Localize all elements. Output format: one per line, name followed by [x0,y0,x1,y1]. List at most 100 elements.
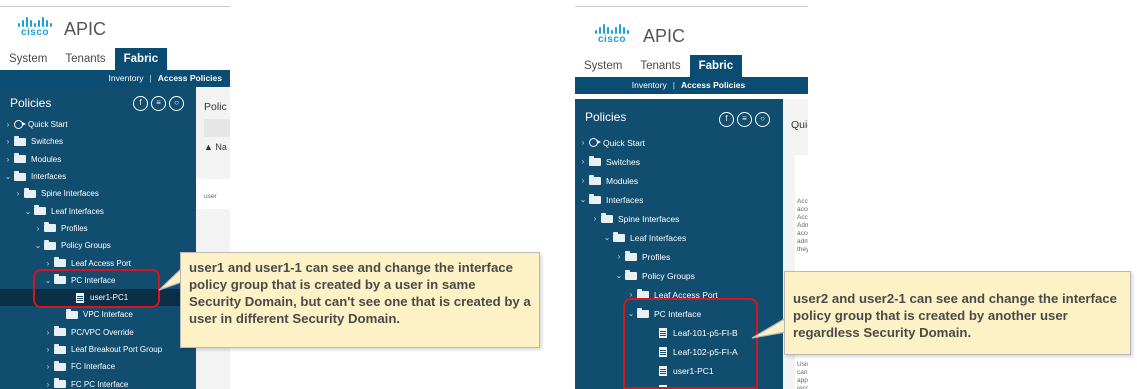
tree-item-profiles[interactable]: › Profiles [0,220,196,237]
column-name-header[interactable]: ▲ Na [204,142,227,152]
chevron-right-icon[interactable]: › [591,214,599,223]
chevron-right-icon[interactable]: › [4,137,12,146]
chevron-right-icon[interactable]: › [44,345,52,354]
chevron-down-icon[interactable]: ⌄ [615,271,623,280]
chevron-right-icon[interactable]: › [579,176,587,185]
cisco-logo-bars-icon [16,17,54,27]
tree-item-fc-pc-interface[interactable]: › FC PC Interface [0,376,196,389]
tab-system[interactable]: System [0,48,56,70]
description-line: Access [797,214,808,221]
subnav-inventory[interactable]: Inventory [109,73,144,83]
sidebar-list-icon[interactable]: ≡ [151,96,166,111]
tree-item-label: Switches [606,156,641,167]
tree-item-label: Leaf Access Port [71,258,132,268]
chevron-right-icon[interactable]: › [44,328,52,337]
sidebar-refresh-icon[interactable]: ○ [169,96,184,111]
tree-item-modules[interactable]: › Modules [575,171,783,190]
subnav-separator: | [149,73,152,83]
description-line: access [797,230,808,237]
chevron-right-icon[interactable]: › [44,380,52,389]
quick-start-icon [14,120,26,130]
screenshot-canvas: cisco APIC System Tenants Fabric Invento… [0,0,1137,389]
app-header: cisco APIC [0,7,230,49]
tree-item-label: PC/VPC Override [71,327,134,337]
chevron-down-icon[interactable]: ⌄ [579,195,587,204]
subnav-access-policies[interactable]: Access Policies [681,80,745,90]
subnav-inventory[interactable]: Inventory [632,80,667,90]
app-header: cisco APIC [575,14,808,56]
sidebar-title: Policies [585,110,627,124]
tree-item-spine-interfaces[interactable]: › Spine Interfaces [0,185,196,202]
folder-icon [54,326,66,337]
tab-tenants[interactable]: Tenants [56,48,114,70]
chevron-right-icon[interactable]: › [615,252,623,261]
description-line: recomr [797,385,808,389]
folder-icon [44,239,56,250]
tree-item-switches[interactable]: › Switches [0,133,196,150]
tree-item-quick-start[interactable]: › Quick Start [0,116,196,133]
tree-item-interfaces[interactable]: ⌄ Interfaces [575,190,783,209]
tree-item-profiles[interactable]: › Profiles [575,247,783,266]
chevron-down-icon[interactable]: ⌄ [34,241,42,250]
sub-navigation: Inventory | Access Policies [575,77,808,94]
chevron-down-icon[interactable]: ⌄ [603,233,611,242]
chevron-right-icon[interactable]: › [44,259,52,268]
chevron-right-icon[interactable]: › [44,362,52,371]
tree-item-vpc-interface[interactable]: VPC Interface [0,306,196,323]
chevron-right-icon[interactable]: › [4,155,12,164]
subnav-separator: | [672,80,675,90]
sidebar-list-icon[interactable]: ≡ [737,112,752,127]
tab-system[interactable]: System [575,55,631,77]
description-line: Access [797,198,808,205]
tree-item-pc-vpc-override[interactable]: › PC/VPC Override [0,324,196,341]
chevron-right-icon[interactable]: › [34,224,42,233]
tree-item-spine-interfaces[interactable]: › Spine Interfaces [575,209,783,228]
left-highlight-box [33,269,160,308]
chevron-right-icon[interactable]: › [579,138,587,147]
chevron-right-icon[interactable]: › [579,157,587,166]
tree-item-quick-start[interactable]: › Quick Start [575,133,783,152]
tree-item-label: FC PC Interface [71,379,129,389]
content-row-user[interactable]: user [204,193,217,201]
sidebar-view-icon[interactable]: f [719,112,734,127]
tab-tenants[interactable]: Tenants [631,55,689,77]
tree-item-modules[interactable]: › Modules [0,151,196,168]
subnav-access-policies[interactable]: Access Policies [158,73,222,83]
folder-icon [54,343,66,354]
chevron-right-icon[interactable]: › [4,120,12,129]
tree-item-policy-groups[interactable]: ⌄ Policy Groups [575,266,783,285]
tree-item-leaf-breakout-port-group[interactable]: › Leaf Breakout Port Group [0,341,196,358]
tab-fabric[interactable]: Fabric [114,48,168,70]
chevron-down-icon[interactable]: ⌄ [24,207,32,216]
folder-icon [589,193,601,204]
tree-item-label: Spine Interfaces [41,189,99,199]
chevron-right-icon[interactable]: › [14,189,22,198]
folder-icon [14,135,26,146]
tree-item-interfaces[interactable]: ⌄ Interfaces [0,168,196,185]
tree-item-label: Switches [31,137,64,147]
tree-item-label: Interfaces [606,194,644,205]
tree-item-fc-interface[interactable]: › FC Interface [0,358,196,375]
tree-item-switches[interactable]: › Switches [575,152,783,171]
content-heading: Polic [204,101,227,113]
app-title: APIC [643,26,686,46]
tab-fabric[interactable]: Fabric [689,55,743,77]
tree-item-leaf-interfaces[interactable]: ⌄ Leaf Interfaces [0,203,196,220]
quick-start-icon [589,138,601,147]
folder-icon [54,257,66,268]
folder-icon [613,231,625,242]
cisco-logo-text: cisco [597,34,627,45]
tree-item-leaf-interfaces[interactable]: ⌄ Leaf Interfaces [575,228,783,247]
cisco-logo: cisco [593,24,631,50]
folder-icon [589,174,601,185]
sidebar-refresh-icon[interactable]: ○ [755,112,770,127]
description-line: Admini [797,222,808,229]
tree-item-label: Spine Interfaces [618,213,680,224]
folder-icon [625,269,637,280]
main-tabs: System Tenants Fabric [0,48,230,70]
tree-item-policy-groups[interactable]: ⌄ Policy Groups [0,237,196,254]
main-tabs: System Tenants Fabric [575,55,808,77]
chevron-down-icon[interactable]: ⌄ [4,172,12,181]
sidebar-view-icon[interactable]: f [133,96,148,111]
folder-icon [14,153,26,164]
